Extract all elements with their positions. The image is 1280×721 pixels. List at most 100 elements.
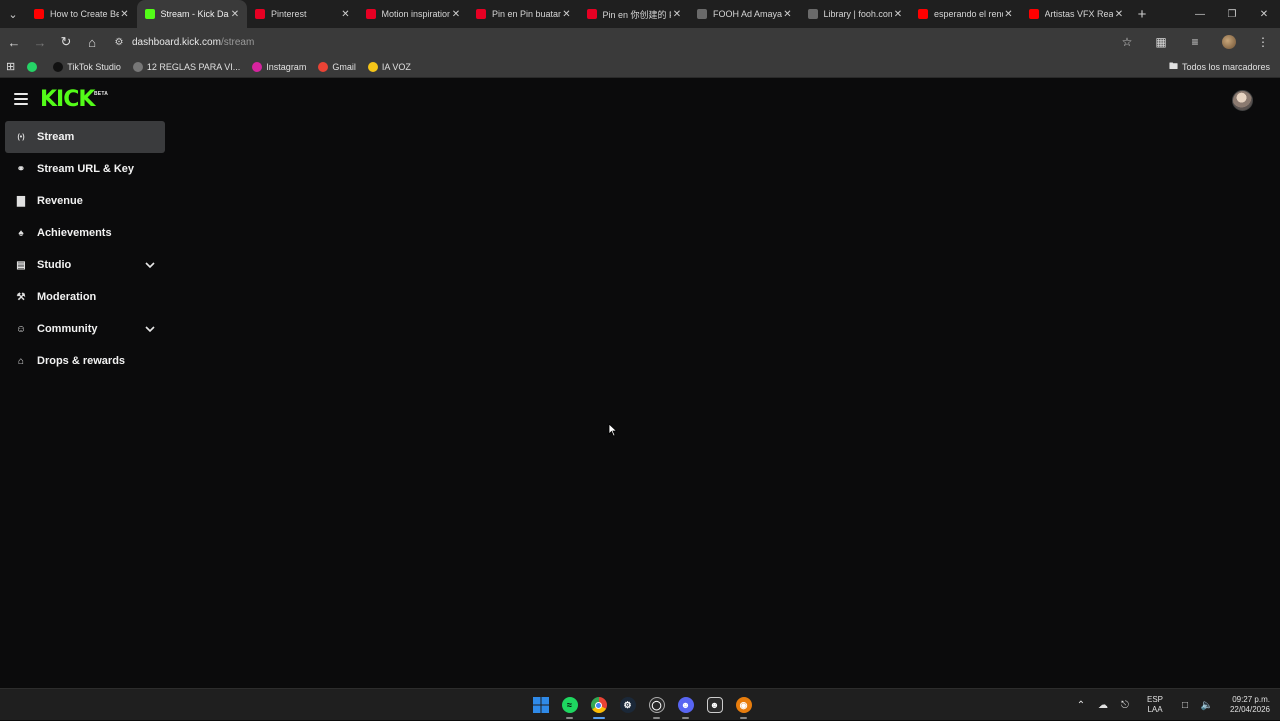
tab-close-icon[interactable]: ✕ <box>1003 9 1015 20</box>
microphone-icon[interactable]: ⎋ <box>1114 700 1136 711</box>
browser-tab[interactable]: Pin en 你创建的 P ✕ <box>579 0 690 28</box>
user-avatar[interactable] <box>1232 90 1253 111</box>
apps-grid-icon[interactable]: ⊞ <box>0 56 21 78</box>
sidebar-item-stream[interactable]: (•) Stream <box>5 121 165 153</box>
tab-close-icon[interactable]: ✕ <box>782 9 794 20</box>
blender-app[interactable]: ◉ <box>729 693 758 719</box>
tab-title: Pin en Pin buatan <box>492 9 561 19</box>
sidebar-item-achievements[interactable]: ♠ Achievements <box>5 217 165 249</box>
dashboard-sidebar: (•) Stream ⚭ Stream URL & Key ▇ Revenue ♠ Achie… <box>5 121 165 377</box>
browser-tab[interactable]: esperando el rend ✕ <box>910 0 1021 28</box>
sidebar-item-label: Community <box>37 323 98 335</box>
community-icon: ☺ <box>15 323 27 335</box>
all-bookmarks-folder[interactable]: 🖿 Todos los marcadores <box>1169 56 1270 78</box>
gift-icon: ⌂ <box>17 355 25 367</box>
bookmark-item[interactable]: IA VOZ <box>362 56 417 78</box>
sidebar-item-community[interactable]: ☺ Community <box>5 313 165 345</box>
whatsapp-icon <box>27 61 38 72</box>
trophy-icon: ♠ <box>18 227 24 239</box>
tab-close-icon[interactable]: ✕ <box>1113 9 1125 20</box>
bookmark-label: 12 REGLAS PARA VI... <box>146 61 241 72</box>
bookmarks-bar: ⊞ TikTok Studio 12 REGLAS PARA VI... Insta… <box>0 56 1280 78</box>
tab-favicon-icon <box>144 9 155 19</box>
reload-button[interactable]: ↻ <box>54 30 78 54</box>
blender-icon: ◉ <box>735 697 752 713</box>
browser-tab[interactable]: Library | fooh.com ✕ <box>800 0 911 28</box>
bar-chart-icon: ▇ <box>17 195 25 207</box>
close-window-button[interactable]: ✕ <box>1248 0 1280 28</box>
app-launcher[interactable]: ☻ <box>700 693 729 717</box>
discord-icon: ☻ <box>677 697 694 713</box>
sidebar-item-studio[interactable]: ▤ Studio <box>5 249 165 281</box>
tab-title: Stream - Kick Das <box>160 9 230 19</box>
restore-button[interactable]: ❐ <box>1216 0 1248 28</box>
clock[interactable]: 09:27 p.m. 22/04/2026 <box>1224 695 1270 715</box>
spotify-icon: ≈ <box>561 697 578 713</box>
home-button[interactable]: ⌂ <box>80 30 104 54</box>
input-language[interactable]: ESP LAA <box>1140 695 1170 715</box>
tab-close-icon[interactable]: ✕ <box>671 9 683 20</box>
tab-close-icon[interactable]: ✕ <box>892 9 904 20</box>
browser-tab[interactable]: How to Create Be ✕ <box>26 0 137 28</box>
extensions-icon[interactable]: ▦ <box>1144 28 1178 56</box>
new-tab-button[interactable]: + <box>1131 6 1153 23</box>
chevron-down-icon[interactable] <box>145 260 155 270</box>
show-hidden-icons-icon[interactable]: ⌃ <box>1070 700 1092 711</box>
bookmark-item[interactable]: Gmail <box>312 56 362 78</box>
tab-close-icon[interactable]: ✕ <box>119 9 131 20</box>
face-scan-icon: ☻ <box>706 697 723 713</box>
tab-close-icon[interactable]: ✕ <box>229 9 241 20</box>
start-button[interactable] <box>526 693 555 717</box>
running-indicator <box>653 717 660 719</box>
bookmark-item[interactable]: TikTok Studio <box>47 56 127 78</box>
kick-logo[interactable]: KICK <box>40 89 95 111</box>
chrome-app[interactable] <box>584 693 613 719</box>
tab-close-icon[interactable]: ✕ <box>450 9 462 20</box>
discord-app[interactable]: ☻ <box>671 693 700 719</box>
tab-close-icon[interactable]: ✕ <box>561 9 573 20</box>
profile-button[interactable] <box>1212 28 1246 56</box>
sidebar-item-moderation[interactable]: ⚒ Moderation <box>5 281 165 313</box>
bookmark-item[interactable]: 12 REGLAS PARA VI... <box>127 56 246 78</box>
browser-toolbar: ← → ↻ ⌂ ⚙ dashboard.kick.com/stream ☆ ▦ … <box>0 28 1280 56</box>
tab-search-button[interactable]: ⌄ <box>0 0 26 28</box>
minimize-button[interactable]: — <box>1184 0 1216 28</box>
browser-tab[interactable]: Artistas VFX Reac ✕ <box>1021 0 1132 28</box>
chrome-icon <box>590 697 607 713</box>
running-indicator <box>566 717 573 719</box>
browser-menu-icon[interactable]: ⋮ <box>1246 28 1280 56</box>
bookmark-item[interactable] <box>21 56 47 78</box>
browser-tab[interactable]: Pinterest ✕ <box>247 0 358 28</box>
browser-tab[interactable]: FOOH Ad Amaya ✕ <box>689 0 800 28</box>
sidebar-item-revenue[interactable]: ▇ Revenue <box>5 185 165 217</box>
bookmark-item[interactable]: Instagram <box>246 56 312 78</box>
tab-title: esperando el rend <box>934 9 1003 19</box>
browser-tab[interactable]: Stream - Kick Das ✕ <box>136 0 247 28</box>
clock-time: 09:27 p.m. <box>1232 695 1270 704</box>
tab-favicon-icon <box>697 9 707 19</box>
chevron-down-icon[interactable] <box>145 324 155 334</box>
clock-date: 22/04/2026 <box>1229 705 1270 714</box>
app-header: KICK BETA <box>0 79 1280 121</box>
media-controls-icon[interactable]: ≡ <box>1178 28 1212 56</box>
spotify-app[interactable]: ≈ <box>555 693 584 719</box>
capcut-icon: ◯ <box>648 697 665 713</box>
address-bar[interactable]: ⚙ dashboard.kick.com/stream <box>110 31 1140 53</box>
capcut-app[interactable]: ◯ <box>642 693 671 719</box>
browser-tab[interactable]: Motion inspiration ✕ <box>358 0 469 28</box>
forward-button[interactable]: → <box>28 30 52 54</box>
browser-tab[interactable]: Pin en Pin buatan ✕ <box>468 0 579 28</box>
menu-toggle-icon[interactable] <box>14 93 28 105</box>
sidebar-item-stream-url-key[interactable]: ⚭ Stream URL & Key <box>5 153 165 185</box>
tab-favicon-icon <box>255 9 265 19</box>
display-icon[interactable]: □ <box>1174 700 1196 711</box>
speaker-icon[interactable]: 🔈 <box>1196 700 1218 711</box>
sidebar-item-drops-rewards[interactable]: ⌂ Drops & rewards <box>5 345 165 377</box>
bookmark-star-icon[interactable]: ☆ <box>1110 28 1144 56</box>
steam-app[interactable]: ⚙ <box>613 693 642 717</box>
tab-close-icon[interactable]: ✕ <box>340 9 352 20</box>
beta-badge: BETA <box>94 91 109 97</box>
onedrive-icon[interactable]: ☁ <box>1092 700 1114 711</box>
site-info-icon[interactable]: ⚙ <box>110 37 128 48</box>
back-button[interactable]: ← <box>2 30 26 54</box>
